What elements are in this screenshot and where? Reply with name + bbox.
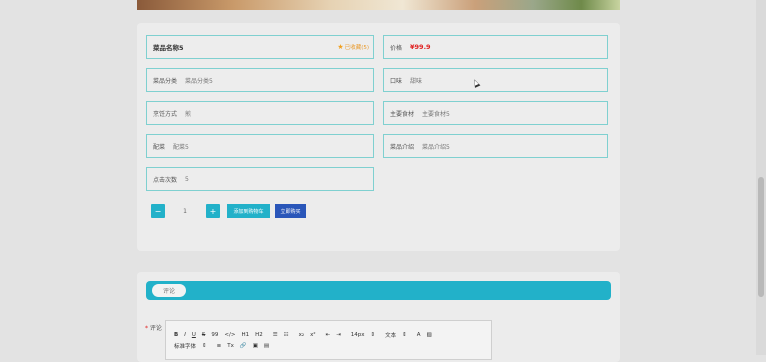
- outdent-icon[interactable]: ⇤: [326, 332, 331, 338]
- bullet-list-icon[interactable]: ☷: [284, 332, 289, 338]
- clicks-field: 点击次数 5: [146, 167, 374, 191]
- star-icon: ★: [337, 43, 344, 51]
- text-style-chevron-icon[interactable]: ⇕: [402, 332, 407, 338]
- clicks-value: 5: [185, 175, 189, 183]
- image-icon[interactable]: ▣: [253, 343, 258, 349]
- editor-toolbar-row-2: 标准字体 ⇕ ≡ Tx 🔗 ▣ ▤: [174, 342, 275, 350]
- font-family-chevron-icon[interactable]: ⇕: [202, 343, 207, 349]
- price-value: ¥99.9: [410, 43, 431, 51]
- category-value: 菜品分类5: [185, 77, 213, 85]
- intro-field: 菜品介绍 菜品介绍5: [383, 134, 608, 158]
- category-field: 菜品分类 菜品分类5: [146, 68, 374, 92]
- text-style-select[interactable]: 文本: [385, 331, 396, 339]
- font-color-icon[interactable]: A: [417, 332, 421, 338]
- price-field: 价格 ¥99.9: [383, 35, 608, 59]
- table-icon[interactable]: ▤: [264, 343, 269, 349]
- editor-toolbar-row-1: B I U S 99 </> H1 H2 ☰ ☷ x₂ x² ⇤ ⇥ 14px …: [174, 331, 438, 339]
- main-ingredient-label: 主要食材: [390, 110, 415, 118]
- dish-name: 菜品名称5: [153, 44, 184, 52]
- price-label: 价格: [390, 44, 403, 52]
- category-label: 菜品分类: [153, 77, 178, 85]
- side-dish-field: 配菜 配菜5: [146, 134, 374, 158]
- page-scrollbar[interactable]: [756, 0, 766, 355]
- required-mark: *: [145, 325, 148, 332]
- font-size-chevron-icon[interactable]: ⇕: [371, 332, 376, 338]
- dish-image-strip: [137, 0, 620, 10]
- italic-button[interactable]: I: [184, 332, 186, 338]
- comment-editor[interactable]: B I U S 99 </> H1 H2 ☰ ☷ x₂ x² ⇤ ⇥ 14px …: [165, 320, 492, 360]
- side-dish-label: 配菜: [153, 143, 166, 151]
- comment-field-label: * 评论: [145, 323, 162, 332]
- main-ingredient-value: 主要食材5: [422, 110, 450, 118]
- code-icon[interactable]: </>: [224, 332, 235, 338]
- clear-format-icon[interactable]: Tx: [227, 343, 234, 349]
- bold-button[interactable]: B: [174, 332, 178, 338]
- ordered-list-icon[interactable]: ☰: [273, 332, 278, 338]
- add-to-cart-button[interactable]: 添加到购物车: [227, 204, 270, 218]
- favorite-button[interactable]: ★ 已收藏(5): [337, 36, 369, 58]
- cooking-label: 烹饪方式: [153, 110, 178, 118]
- tab-comments[interactable]: 评论: [152, 284, 186, 297]
- taste-label: 口味: [390, 77, 403, 85]
- buy-now-button[interactable]: 立即购买: [275, 204, 306, 218]
- clicks-label: 点击次数: [153, 176, 178, 184]
- quantity-plus-button[interactable]: +: [206, 204, 220, 218]
- intro-value: 菜品介绍5: [422, 143, 450, 151]
- underline-button[interactable]: U: [192, 332, 196, 338]
- taste-field: 口味 甜味: [383, 68, 608, 92]
- dish-info-card: 菜品名称5 ★ 已收藏(5) 价格 ¥99.9 菜品分类 菜品分类5 口味 甜味…: [137, 23, 620, 251]
- cooking-value: 煎: [185, 110, 192, 118]
- comment-header-bar: 评论: [146, 281, 611, 300]
- background-color-icon[interactable]: ▨: [427, 332, 432, 338]
- side-dish-value: 配菜5: [173, 143, 189, 151]
- quote-icon[interactable]: 99: [211, 332, 218, 338]
- comment-card: 评论 * 评论 B I U S 99 </> H1 H2 ☰ ☷ x₂ x² ⇤…: [137, 272, 620, 362]
- scrollbar-thumb[interactable]: [758, 177, 764, 297]
- align-icon[interactable]: ≡: [217, 343, 222, 349]
- font-size-select[interactable]: 14px: [351, 332, 365, 338]
- superscript-button[interactable]: x²: [310, 332, 315, 338]
- heading1-button[interactable]: H1: [241, 332, 249, 338]
- subscript-button[interactable]: x₂: [299, 332, 304, 338]
- cooking-field: 烹饪方式 煎: [146, 101, 374, 125]
- main-ingredient-field: 主要食材 主要食材5: [383, 101, 608, 125]
- dish-name-field: 菜品名称5 ★ 已收藏(5): [146, 35, 374, 59]
- quantity-input[interactable]: 1: [169, 204, 201, 218]
- intro-label: 菜品介绍: [390, 143, 415, 151]
- comment-label-text: 评论: [149, 325, 162, 332]
- strike-button[interactable]: S: [202, 332, 206, 338]
- taste-value: 甜味: [410, 77, 423, 85]
- heading2-button[interactable]: H2: [255, 332, 263, 338]
- link-icon[interactable]: 🔗: [240, 343, 247, 349]
- font-family-select[interactable]: 标准字体: [174, 342, 196, 350]
- favorite-label: 已收藏(5): [344, 45, 369, 51]
- indent-icon[interactable]: ⇥: [336, 332, 341, 338]
- quantity-minus-button[interactable]: −: [151, 204, 165, 218]
